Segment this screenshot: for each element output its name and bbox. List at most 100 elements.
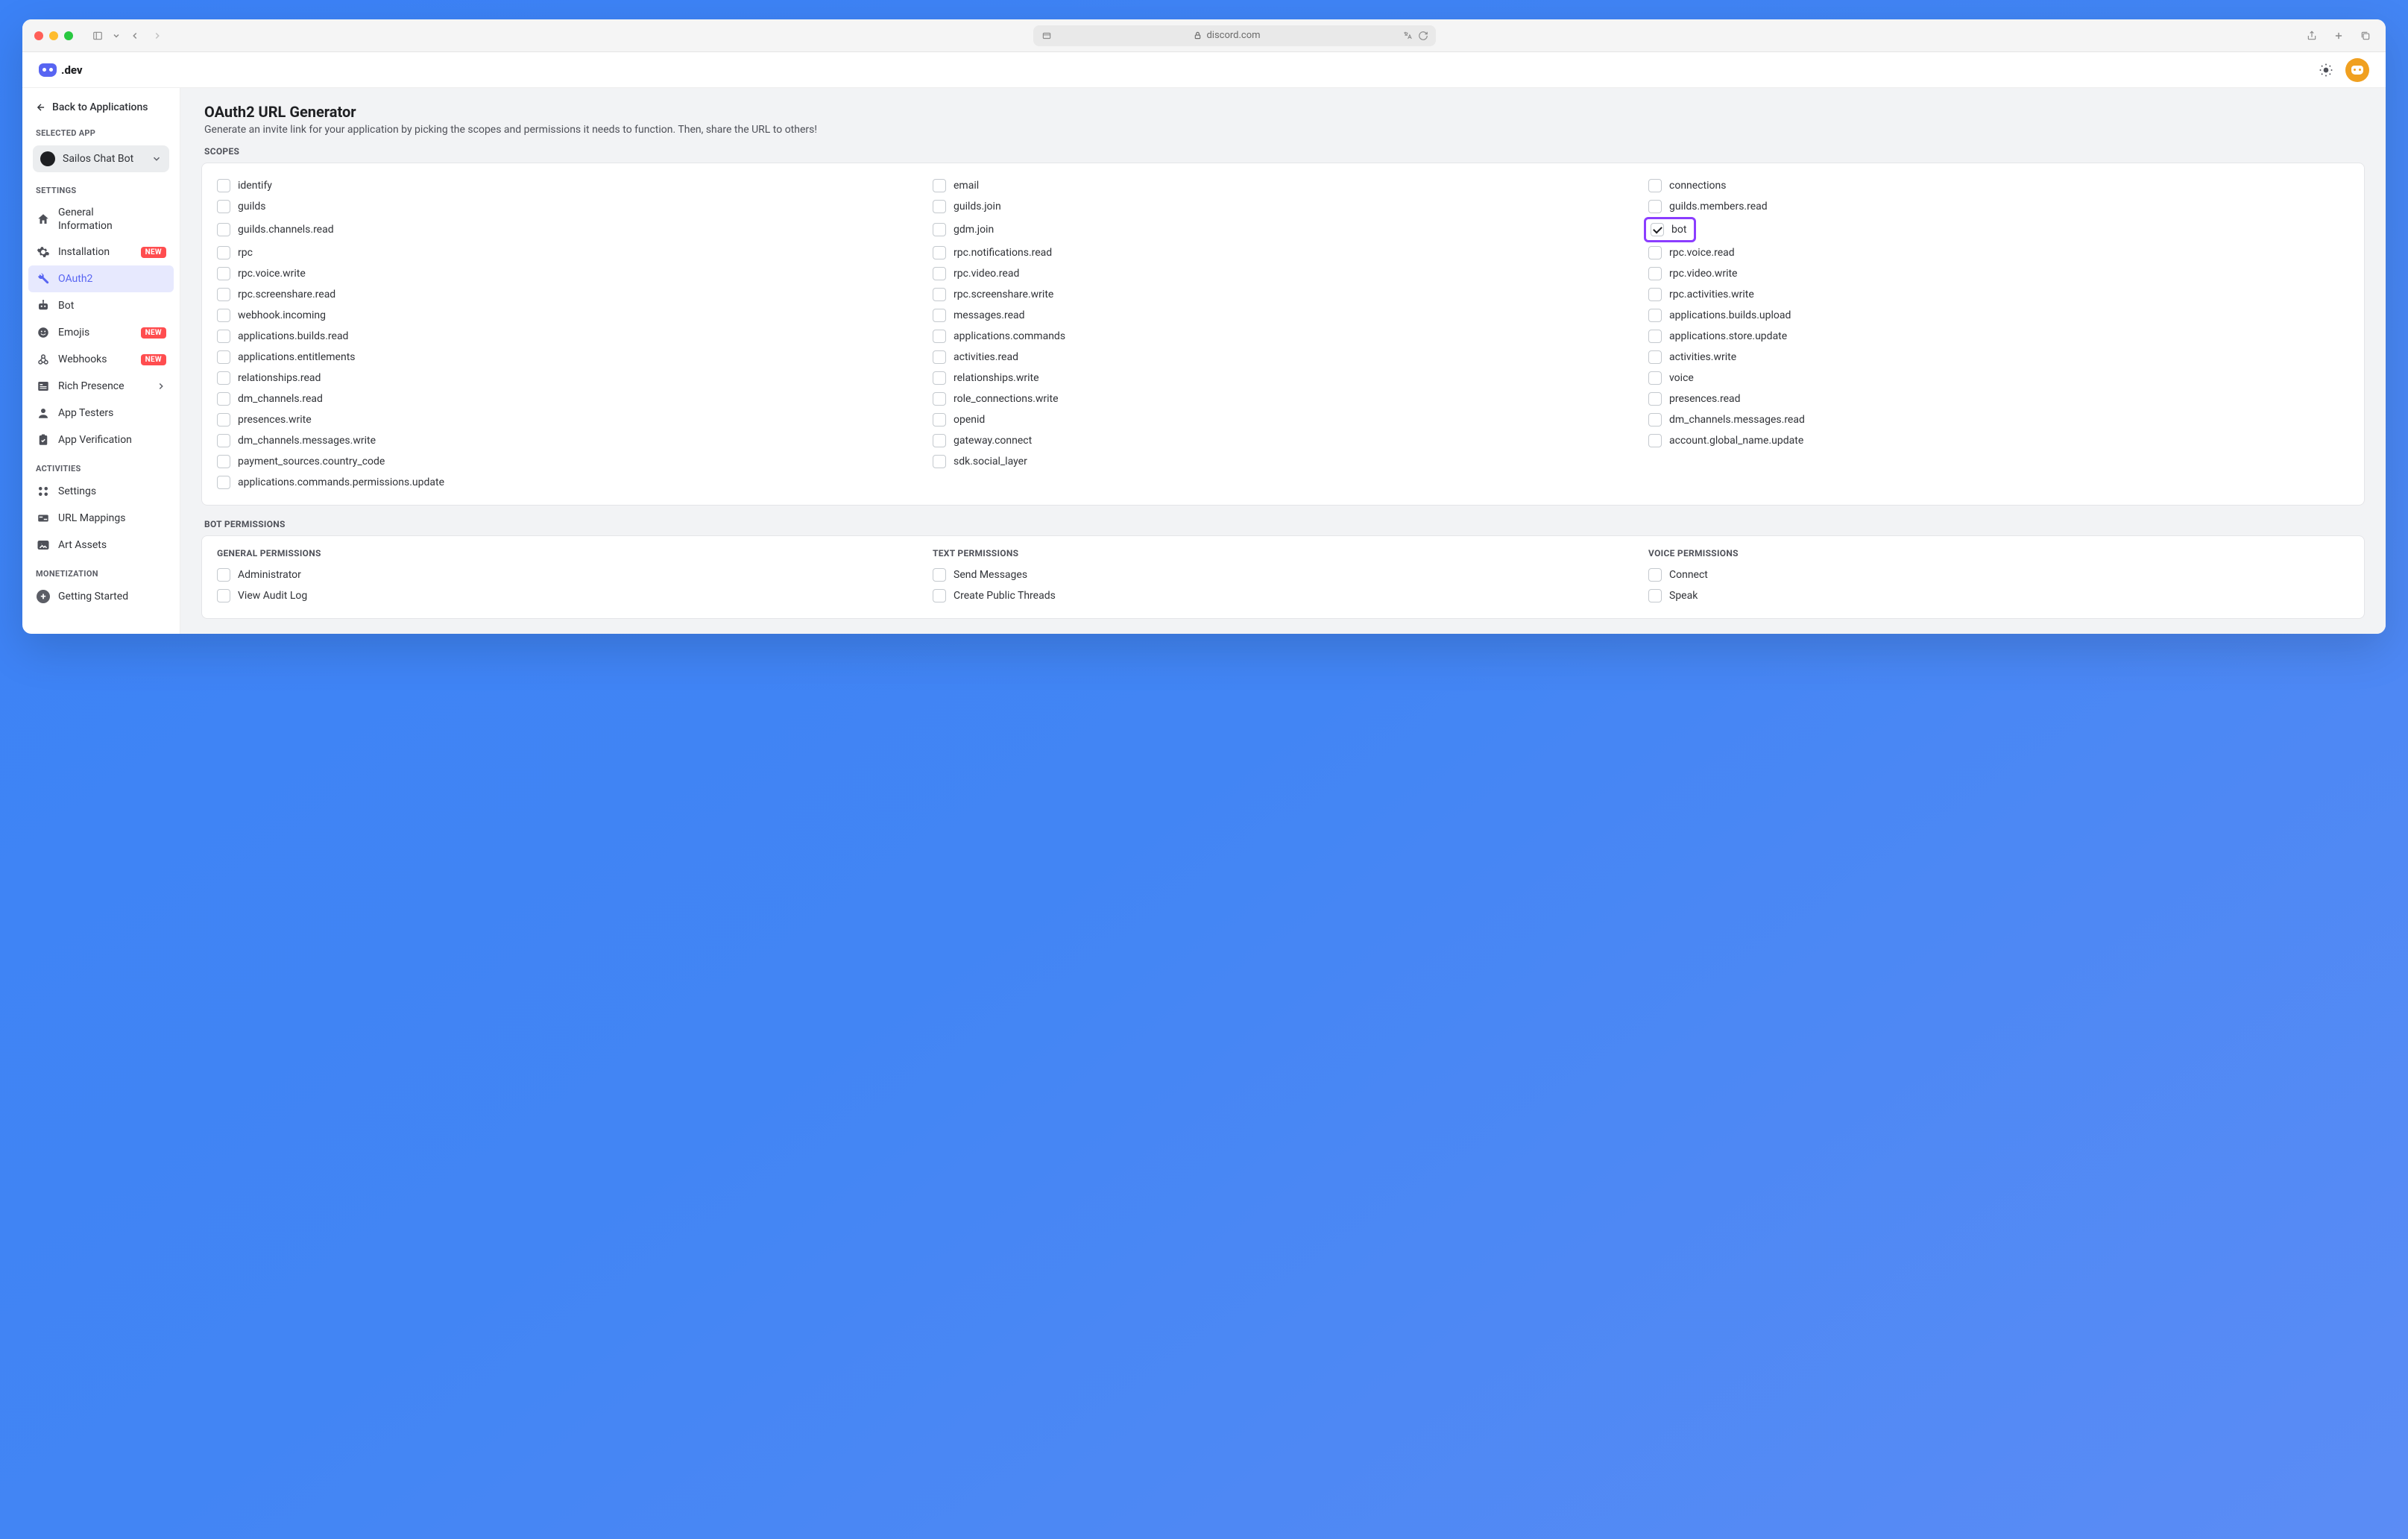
checkbox-icon[interactable] <box>933 179 946 192</box>
scope-presences-write[interactable]: presences.write <box>217 409 918 430</box>
scope-activities-write[interactable]: activities.write <box>1648 347 2349 368</box>
perm-speak[interactable]: Speak <box>1648 585 2349 606</box>
scope-dm-channels-messages-write[interactable]: dm_channels.messages.write <box>217 430 918 451</box>
sidebar-item-oauth2[interactable]: OAuth2 <box>28 265 174 292</box>
perm-send-messages[interactable]: Send Messages <box>933 564 1633 585</box>
theme-toggle-icon[interactable] <box>2319 63 2333 78</box>
address-bar[interactable]: discord.com <box>1033 25 1436 46</box>
scope-rpc-voice-write[interactable]: rpc.voice.write <box>217 263 918 284</box>
checkbox-icon[interactable] <box>217 568 230 582</box>
sidebar-item-installation[interactable]: Installation NEW <box>28 239 174 265</box>
checkbox-icon[interactable] <box>217 309 230 322</box>
checkbox-icon[interactable] <box>217 246 230 259</box>
checkbox-icon[interactable] <box>1648 568 1662 582</box>
checkbox-icon[interactable] <box>1648 371 1662 385</box>
perm-create-public-threads[interactable]: Create Public Threads <box>933 585 1633 606</box>
scope-payment-sources-country-code[interactable]: payment_sources.country_code <box>217 451 918 472</box>
checkbox-icon[interactable] <box>217 371 230 385</box>
checkbox-icon[interactable] <box>1648 309 1662 322</box>
scope-rpc-notifications-read[interactable]: rpc.notifications.read <box>933 242 1633 263</box>
checkbox-icon[interactable] <box>1648 350 1662 364</box>
scope-rpc-screenshare-write[interactable]: rpc.screenshare.write <box>933 284 1633 305</box>
checkbox-icon[interactable] <box>933 568 946 582</box>
sidebar-item-activities-settings[interactable]: Settings <box>28 478 174 505</box>
scope-relationships-write[interactable]: relationships.write <box>933 368 1633 388</box>
checkbox-icon[interactable] <box>1648 267 1662 280</box>
scope-gateway-connect[interactable]: gateway.connect <box>933 430 1633 451</box>
scope-applications-commands[interactable]: applications.commands <box>933 326 1633 347</box>
sidebar-item-rich-presence[interactable]: Rich Presence <box>28 373 174 400</box>
checkbox-icon[interactable] <box>217 223 230 236</box>
scope-dm-channels-read[interactable]: dm_channels.read <box>217 388 918 409</box>
scope-rpc-video-read[interactable]: rpc.video.read <box>933 263 1633 284</box>
scope-rpc-screenshare-read[interactable]: rpc.screenshare.read <box>217 284 918 305</box>
share-icon[interactable] <box>2304 28 2320 44</box>
scope-connections[interactable]: connections <box>1648 175 2349 196</box>
tabs-icon[interactable] <box>2357 28 2374 44</box>
checkbox-icon[interactable] <box>1651 223 1664 236</box>
scope-applications-builds-upload[interactable]: applications.builds.upload <box>1648 305 2349 326</box>
perm-connect[interactable]: Connect <box>1648 564 2349 585</box>
checkbox-icon[interactable] <box>217 455 230 468</box>
checkbox-icon[interactable] <box>217 288 230 301</box>
checkbox-icon[interactable] <box>1648 200 1662 213</box>
translate-icon[interactable] <box>1402 28 1413 44</box>
nav-back-button[interactable] <box>127 28 143 44</box>
scope-applications-entitlements[interactable]: applications.entitlements <box>217 347 918 368</box>
scope-relationships-read[interactable]: relationships.read <box>217 368 918 388</box>
scope-applications-store-update[interactable]: applications.store.update <box>1648 326 2349 347</box>
scope-presences-read[interactable]: presences.read <box>1648 388 2349 409</box>
chevron-down-icon[interactable] <box>112 28 121 44</box>
back-to-applications-link[interactable]: Back to Applications <box>28 97 174 118</box>
checkbox-icon[interactable] <box>1648 392 1662 406</box>
scope-messages-read[interactable]: messages.read <box>933 305 1633 326</box>
scope-rpc-activities-write[interactable]: rpc.activities.write <box>1648 284 2349 305</box>
scope-webhook-incoming[interactable]: webhook.incoming <box>217 305 918 326</box>
scope-gdm-join[interactable]: gdm.join <box>933 217 1633 242</box>
scope-role-connections-write[interactable]: role_connections.write <box>933 388 1633 409</box>
scope-rpc[interactable]: rpc <box>217 242 918 263</box>
brand[interactable]: .dev <box>39 63 83 77</box>
checkbox-icon[interactable] <box>1648 589 1662 602</box>
checkbox-icon[interactable] <box>217 350 230 364</box>
scope-rpc-voice-read[interactable]: rpc.voice.read <box>1648 242 2349 263</box>
sidebar-item-app-testers[interactable]: App Testers <box>28 400 174 427</box>
scope-guilds-channels-read[interactable]: guilds.channels.read <box>217 217 918 242</box>
checkbox-icon[interactable] <box>217 589 230 602</box>
scope-applications-builds-read[interactable]: applications.builds.read <box>217 326 918 347</box>
scope-applications-commands-permissions-update[interactable]: applications.commands.permissions.update <box>217 472 2349 493</box>
scope-voice[interactable]: voice <box>1648 368 2349 388</box>
sidebar-item-art-assets[interactable]: Art Assets <box>28 532 174 558</box>
checkbox-icon[interactable] <box>217 392 230 406</box>
checkbox-icon[interactable] <box>933 267 946 280</box>
maximize-window-button[interactable] <box>64 31 73 40</box>
checkbox-icon[interactable] <box>217 330 230 343</box>
scope-bot[interactable]: bot <box>1648 217 2349 242</box>
scope-rpc-video-write[interactable]: rpc.video.write <box>1648 263 2349 284</box>
checkbox-icon[interactable] <box>217 179 230 192</box>
checkbox-icon[interactable] <box>933 309 946 322</box>
checkbox-icon[interactable] <box>933 455 946 468</box>
reload-icon[interactable] <box>1418 28 1428 44</box>
sidebar-item-emojis[interactable]: Emojis NEW <box>28 319 174 346</box>
checkbox-icon[interactable] <box>1648 434 1662 447</box>
checkbox-icon[interactable] <box>933 246 946 259</box>
checkbox-icon[interactable] <box>933 288 946 301</box>
checkbox-icon[interactable] <box>933 589 946 602</box>
scope-account-global-name-update[interactable]: account.global_name.update <box>1648 430 2349 451</box>
sidebar-item-webhooks[interactable]: Webhooks NEW <box>28 346 174 373</box>
scope-email[interactable]: email <box>933 175 1633 196</box>
scope-activities-read[interactable]: activities.read <box>933 347 1633 368</box>
perm-administrator[interactable]: Administrator <box>217 564 918 585</box>
checkbox-icon[interactable] <box>1648 288 1662 301</box>
scope-guilds[interactable]: guilds <box>217 196 918 217</box>
perm-view-audit-log[interactable]: View Audit Log <box>217 585 918 606</box>
app-selector[interactable]: Sailos Chat Bot <box>33 145 169 172</box>
sidebar-item-general-information[interactable]: General Information <box>28 200 174 239</box>
checkbox-icon[interactable] <box>217 476 230 489</box>
new-tab-icon[interactable] <box>2330 28 2347 44</box>
user-avatar[interactable] <box>2345 58 2369 82</box>
sidebar-toggle-icon[interactable] <box>89 28 106 44</box>
checkbox-icon[interactable] <box>933 330 946 343</box>
nav-forward-button[interactable] <box>149 28 166 44</box>
